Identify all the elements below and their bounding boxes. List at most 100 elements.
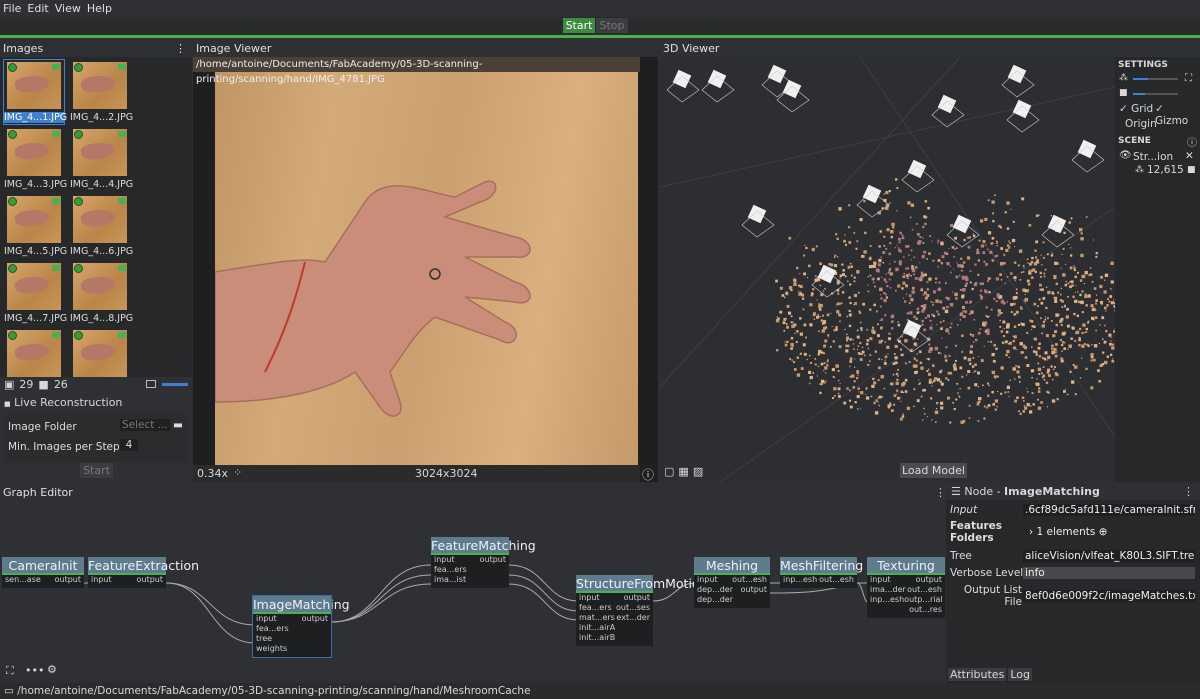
stop-button[interactable]: Stop <box>596 18 628 33</box>
scene-item-name[interactable]: Str...ion <box>1133 151 1173 163</box>
input-port[interactable]: inp...esh <box>870 595 904 605</box>
input-port[interactable]: tree <box>256 634 272 644</box>
output-port[interactable]: out...esh <box>732 575 767 585</box>
output-port[interactable]: out...res <box>909 605 942 615</box>
image-thumbnail[interactable]: IMG_4...5.JPG <box>4 194 67 258</box>
image-thumbnail[interactable]: IMG_4...7.JPG <box>4 261 67 325</box>
node-camerainit[interactable]: CameraInit sen...ase output <box>2 557 84 588</box>
grid-checkbox[interactable]: ✓ Grid <box>1119 103 1153 115</box>
image-thumbnail[interactable]: IMG_4...1.JPG <box>3 59 67 125</box>
node-featurematching[interactable]: FeatureMatching input output fea...ers ima..… <box>431 537 536 588</box>
live-start-button[interactable]: Start <box>80 463 113 478</box>
output-port[interactable]: output <box>916 575 942 585</box>
menu-edit[interactable]: Edit <box>27 2 48 15</box>
input-port[interactable]: dep...der <box>697 595 733 605</box>
settings-gear-icon[interactable]: ⚙ <box>47 663 57 676</box>
remove-icon[interactable]: ✕ <box>1185 150 1194 162</box>
output-port[interactable]: out...esh <box>819 575 854 585</box>
image-thumbnail[interactable]: IMG_4...2.JPG <box>70 60 133 124</box>
node-imagematching[interactable]: ImageMatching input output fea...ers tree wei… <box>252 595 350 658</box>
node-featureextraction[interactable]: FeatureExtraction input output <box>88 557 199 588</box>
input-port[interactable]: input <box>870 575 891 585</box>
info-icon[interactable]: ⓘ <box>642 466 654 483</box>
fit-icon[interactable]: ⛶ <box>6 664 14 678</box>
output-port[interactable]: out...ses <box>616 603 650 613</box>
output-port[interactable]: output <box>55 575 81 585</box>
output-port[interactable]: output <box>480 555 506 565</box>
node-texturing[interactable]: Texturing input output ima...der out...esh in… <box>867 557 945 618</box>
graph-menu-icon[interactable]: ⋮ <box>935 486 946 499</box>
output-port[interactable]: ext...der <box>616 613 650 623</box>
graph-canvas[interactable]: CameraInit sen...ase output FeatureExtracti… <box>0 500 946 683</box>
input-port[interactable]: input <box>434 555 455 565</box>
input-port[interactable]: inp...esh <box>783 575 817 585</box>
prop-value[interactable]: 8ef0d6e009f2c/imageMatches.txt <box>1023 590 1195 602</box>
thumbnail-size-slider[interactable] <box>162 383 188 386</box>
output-port[interactable]: output <box>302 614 328 624</box>
output-port[interactable]: outp...rial <box>904 595 942 605</box>
origin-checkbox[interactable]: Origin <box>1125 118 1157 130</box>
input-port[interactable]: dep...der <box>697 585 733 595</box>
tab-attributes[interactable]: Attributes <box>948 668 1007 681</box>
tab-log[interactable]: Log <box>1008 668 1032 681</box>
more-options-icon[interactable]: ⋮ <box>175 42 186 55</box>
node-menu-icon[interactable]: ⋮ <box>1183 484 1194 500</box>
node-meshfiltering[interactable]: MeshFiltering inp...esh out...esh <box>780 557 863 588</box>
image-thumbnail[interactable] <box>70 328 130 392</box>
point <box>978 397 982 401</box>
input-port[interactable]: ima...ist <box>434 575 466 585</box>
min-images-spinbox[interactable]: 4 <box>120 439 138 451</box>
more-icon[interactable]: ••• <box>25 664 44 677</box>
features-icon[interactable]: ⁘ <box>233 466 242 479</box>
input-port[interactable]: ima...der <box>870 585 906 595</box>
input-port[interactable]: fea...ers <box>434 565 467 575</box>
camera-scale-slider[interactable] <box>1133 93 1178 95</box>
hatch-view-icon[interactable]: ▨ <box>693 465 703 478</box>
input-port[interactable]: input <box>91 575 112 585</box>
output-port[interactable]: output <box>137 575 163 585</box>
live-reconstruction-toggle[interactable]: ■ Live Reconstruction <box>4 396 122 409</box>
viewer3d-canvas[interactable] <box>660 57 1115 482</box>
image-thumbnail[interactable]: IMG_4...3.JPG <box>4 127 67 191</box>
menu-help[interactable]: Help <box>87 2 112 15</box>
eye-icon[interactable]: 👁 <box>1119 150 1132 161</box>
single-view-icon[interactable]: ▢ <box>664 465 674 478</box>
point <box>1021 271 1023 274</box>
menu-view[interactable]: View <box>55 2 81 15</box>
input-port[interactable]: input <box>256 614 277 624</box>
grid-view-icon[interactable]: ▦ <box>678 465 688 478</box>
image-thumbnail[interactable]: IMG_4...6.JPG <box>70 194 133 258</box>
prop-value[interactable]: .6cf89dc5afd111e/cameraInit.sfm <box>1023 504 1195 516</box>
menu-file[interactable]: File <box>3 2 21 15</box>
input-port[interactable]: fea...ers <box>256 624 289 634</box>
input-port[interactable]: init...airA <box>579 623 615 633</box>
input-port[interactable]: weights <box>256 644 287 654</box>
image-thumbnail[interactable]: IMG_4...8.JPG <box>70 261 133 325</box>
input-port[interactable]: input <box>579 593 600 603</box>
verbose-level-select[interactable]: info <box>1023 567 1195 579</box>
scene-info-icon[interactable]: ⓘ <box>1187 134 1197 149</box>
input-port[interactable]: mat...ers <box>579 613 615 623</box>
input-port[interactable]: input <box>697 575 718 585</box>
image-thumbnail[interactable]: IMG_4...4.JPG <box>70 127 133 191</box>
folder-icon[interactable]: ▬ <box>173 419 183 431</box>
image-folder-input[interactable]: Select ... <box>120 419 170 431</box>
image-display[interactable] <box>214 72 638 465</box>
node-structurefrommotion[interactable]: StructureFromMotion input output fea...ers o… <box>576 575 708 646</box>
point <box>915 370 918 374</box>
gizmo-checkbox[interactable]: ✓ Gizmo <box>1155 103 1200 127</box>
input-port[interactable]: sen...ase <box>5 575 41 585</box>
prop-value[interactable]: › 1 elements ⊕ <box>1023 526 1195 538</box>
point-size-slider[interactable] <box>1133 78 1178 80</box>
fit-view-icon[interactable]: ⛶ <box>1185 73 1192 84</box>
camera-icon <box>118 332 126 338</box>
input-port[interactable]: init...airB <box>579 633 615 643</box>
output-port[interactable]: out...esh <box>907 585 942 595</box>
load-model-button[interactable]: Load Model <box>900 463 967 478</box>
output-port[interactable]: output <box>624 593 650 603</box>
input-port[interactable]: fea...ers <box>579 603 612 613</box>
output-port[interactable]: output <box>741 585 767 595</box>
node-meshing[interactable]: Meshing input out...esh dep...der output dep.… <box>694 557 770 608</box>
prop-value[interactable]: aliceVision/vlfeat_K80L3.SIFT.tree <box>1023 550 1195 562</box>
start-button[interactable]: Start <box>563 18 595 33</box>
